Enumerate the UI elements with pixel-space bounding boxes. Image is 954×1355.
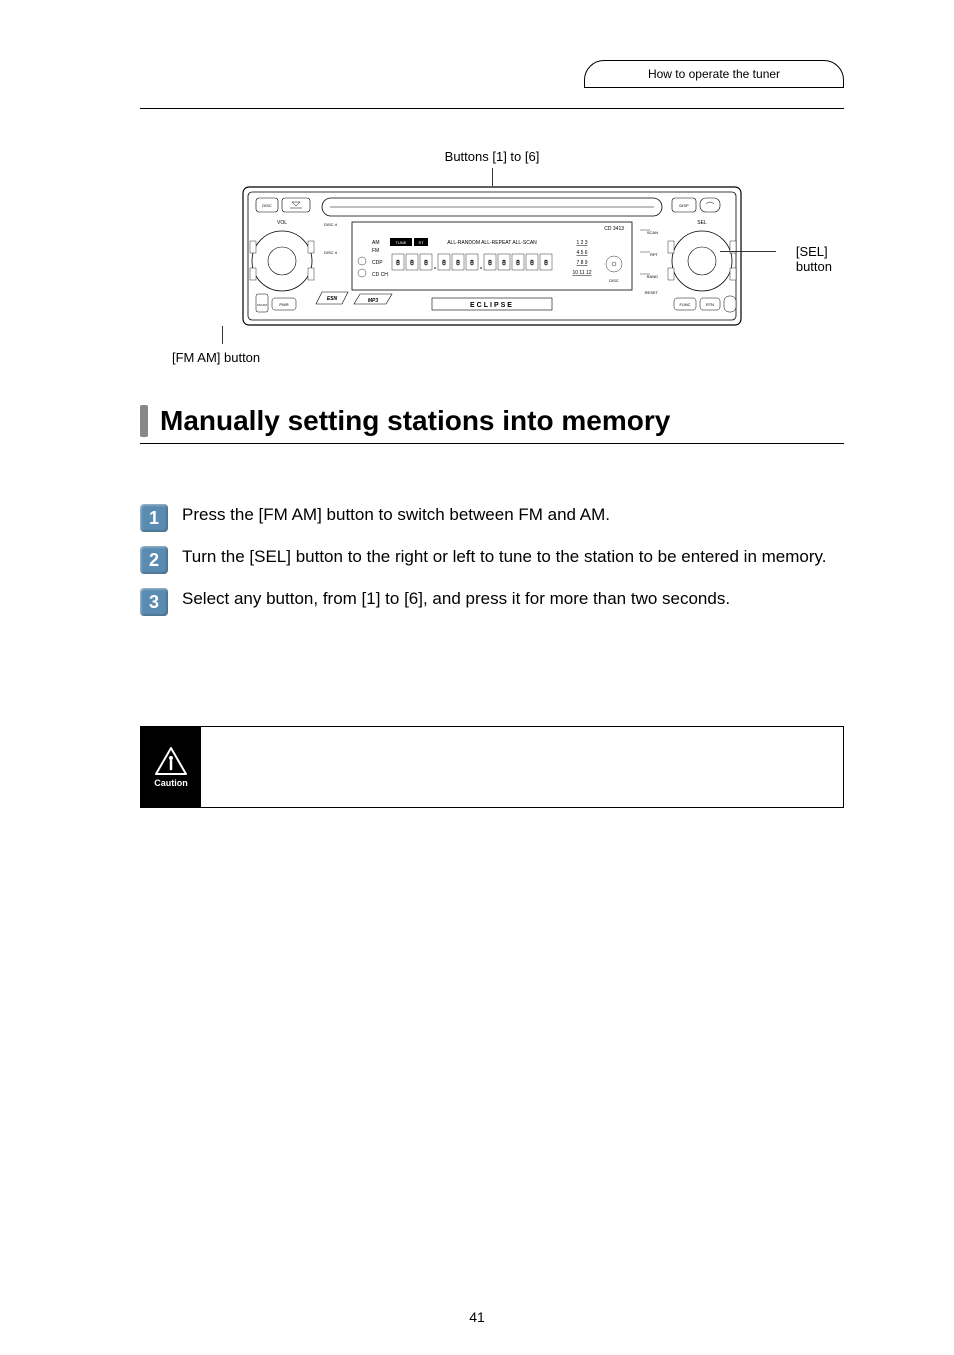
caution-label: Caution	[154, 778, 188, 788]
car-stereo-illustration: DISC DISP VOL DISC ∧ DISC ∨	[242, 186, 742, 326]
svg-text:ECLIPSE: ECLIPSE	[470, 302, 514, 309]
svg-text:SCAN: SCAN	[647, 230, 658, 235]
svg-text:8: 8	[424, 260, 428, 267]
svg-text:RTN: RTN	[706, 302, 714, 307]
caution-triangle-icon	[154, 746, 188, 776]
callout-bottom-leader	[222, 326, 223, 344]
svg-text:10 11 12: 10 11 12	[572, 270, 591, 276]
svg-text:8: 8	[502, 260, 506, 267]
disc-button-label: DISC	[262, 203, 272, 208]
section-heading: Manually setting stations into memory	[140, 405, 844, 444]
step-row: 3 Select any button, from [1] to [6], an…	[140, 588, 844, 616]
svg-text:7 8 9: 7 8 9	[576, 260, 587, 266]
step-number-badge: 2	[140, 546, 168, 574]
callout-fm-am-button: [FM AM] button	[172, 350, 772, 365]
svg-text:ALL-RANDOM ALL-REPEAT ALL-SC: ALL-RANDOM ALL-REPEAT ALL-SCAN	[447, 240, 537, 246]
svg-text:8: 8	[488, 260, 492, 267]
radio-diagram: Buttons [1] to [6] DISC DISP	[212, 149, 772, 365]
svg-text:RAND: RAND	[647, 274, 658, 279]
svg-text:DISC: DISC	[609, 278, 619, 283]
section-tab-label: How to operate the tuner	[615, 67, 813, 81]
svg-text:AM: AM	[372, 240, 380, 246]
svg-text:8: 8	[470, 260, 474, 267]
step-row: 1 Press the [FM AM] button to switch bet…	[140, 504, 844, 532]
caution-box: Caution	[140, 726, 844, 808]
header-rule	[140, 108, 844, 109]
svg-text:8: 8	[396, 260, 400, 267]
callout-sel-line1: [SEL]	[796, 244, 828, 259]
page-number: 41	[469, 1309, 485, 1325]
svg-text:8: 8	[410, 260, 414, 267]
callout-sel-button: [SEL] button	[796, 244, 832, 274]
instruction-steps: 1 Press the [FM AM] button to switch bet…	[140, 504, 844, 616]
svg-text:RESET: RESET	[645, 290, 659, 295]
svg-text:SEL: SEL	[697, 220, 707, 226]
page-title: Manually setting stations into memory	[160, 405, 670, 437]
svg-text:8: 8	[516, 260, 520, 267]
callout-top-leader	[492, 168, 493, 186]
callout-buttons-1-6: Buttons [1] to [6]	[212, 149, 772, 164]
section-tab: How to operate the tuner	[584, 60, 844, 88]
title-accent-bar	[140, 405, 148, 437]
svg-text:MP3: MP3	[368, 298, 379, 304]
svg-text:ST: ST	[418, 240, 424, 245]
disp-button-label: DISP	[679, 203, 689, 208]
step-row: 2 Turn the [SEL] button to the right or …	[140, 546, 844, 574]
svg-text:8: 8	[442, 260, 446, 267]
svg-text:PWR: PWR	[279, 302, 288, 307]
step-text: Select any button, from [1] to [6], and …	[182, 588, 844, 611]
step-text: Press the [FM AM] button to switch betwe…	[182, 504, 844, 527]
caution-band: Caution	[141, 727, 201, 807]
svg-text:RPT: RPT	[650, 252, 659, 257]
svg-text:FM: FM	[372, 248, 379, 254]
svg-text:CDP: CDP	[372, 260, 383, 266]
svg-text:FM AM: FM AM	[257, 303, 267, 307]
caution-body	[201, 727, 843, 807]
svg-text:1 2 3: 1 2 3	[576, 240, 587, 246]
callout-right-leader	[720, 251, 776, 252]
svg-text:ESN: ESN	[327, 296, 338, 302]
callout-sel-line2: button	[796, 259, 832, 274]
svg-text:FUNC: FUNC	[679, 302, 690, 307]
svg-text:4 5 6: 4 5 6	[576, 250, 587, 256]
svg-text:DISC ∨: DISC ∨	[324, 250, 338, 255]
step-number-badge: 3	[140, 588, 168, 616]
svg-text:CD CH: CD CH	[372, 272, 388, 278]
svg-text:8: 8	[530, 260, 534, 267]
step-number-badge: 1	[140, 504, 168, 532]
svg-text:VOL: VOL	[277, 220, 287, 226]
svg-text:8: 8	[456, 260, 460, 267]
svg-text:CD 3413: CD 3413	[604, 226, 624, 232]
svg-text:TUNE: TUNE	[396, 240, 407, 245]
svg-text:DISC ∧: DISC ∧	[324, 222, 338, 227]
svg-text:8: 8	[544, 260, 548, 267]
step-text: Turn the [SEL] button to the right or le…	[182, 546, 844, 569]
